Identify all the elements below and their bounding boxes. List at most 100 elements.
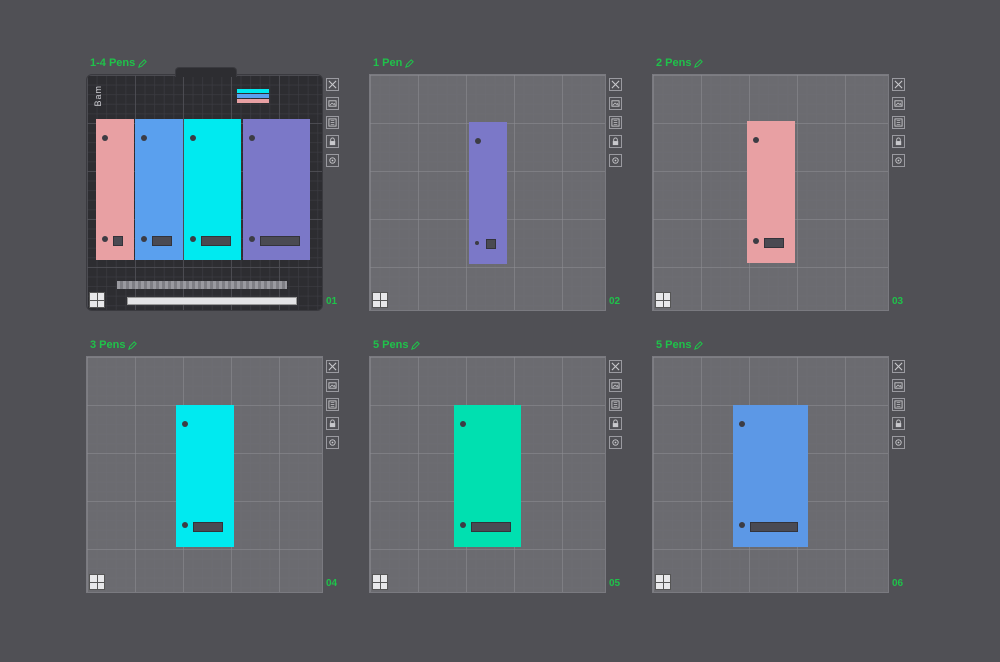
- image-button[interactable]: [892, 97, 905, 110]
- lock-button[interactable]: [892, 417, 905, 430]
- settings-button[interactable]: [609, 436, 622, 449]
- plate-label-text: 5 Pens: [656, 339, 692, 351]
- lock-button[interactable]: [892, 135, 905, 148]
- plate-toolbar: [326, 360, 340, 449]
- edit-icon[interactable]: [128, 340, 138, 350]
- lock-button[interactable]: [326, 135, 339, 148]
- edit-icon[interactable]: [411, 340, 421, 350]
- grid-icon[interactable]: [655, 574, 671, 590]
- close-button[interactable]: [609, 78, 622, 91]
- arrange-button[interactable]: [326, 398, 339, 411]
- part-teal[interactable]: [454, 405, 521, 547]
- edit-icon[interactable]: [405, 58, 415, 68]
- grid-icon[interactable]: [89, 574, 105, 590]
- edit-icon[interactable]: [138, 58, 148, 68]
- image-icon: [894, 382, 903, 389]
- plate-label[interactable]: 1 Pen: [373, 56, 415, 70]
- settings-button[interactable]: [326, 436, 339, 449]
- plate-strip: [127, 297, 297, 305]
- build-plate[interactable]: [86, 356, 323, 593]
- grid-icon[interactable]: [372, 292, 388, 308]
- image-icon: [894, 100, 903, 107]
- part-blue[interactable]: [733, 405, 808, 547]
- plate-card-03: 2 Pens 03: [652, 56, 905, 318]
- arrange-button[interactable]: [609, 398, 622, 411]
- part-cyan[interactable]: [184, 119, 241, 260]
- plate-label[interactable]: 1-4 Pens: [90, 56, 148, 70]
- grid-icon[interactable]: [372, 574, 388, 590]
- image-icon: [328, 100, 337, 107]
- settings-icon: [612, 157, 619, 164]
- settings-button[interactable]: [892, 436, 905, 449]
- plate-card-05: 5 Pens 05: [369, 338, 622, 600]
- build-plate[interactable]: [652, 74, 889, 311]
- plate-label-text: 1-4 Pens: [90, 57, 136, 69]
- image-button[interactable]: [609, 97, 622, 110]
- close-button[interactable]: [326, 78, 339, 91]
- settings-icon: [895, 157, 902, 164]
- plate-label[interactable]: 5 Pens: [373, 338, 421, 352]
- edit-icon[interactable]: [694, 58, 704, 68]
- close-icon: [611, 80, 620, 89]
- lock-button[interactable]: [609, 135, 622, 148]
- lock-icon: [612, 137, 619, 146]
- arrange-icon: [328, 400, 337, 409]
- image-icon: [611, 100, 620, 107]
- settings-button[interactable]: [326, 154, 339, 167]
- grid-icon[interactable]: [655, 292, 671, 308]
- build-plate[interactable]: [369, 74, 606, 311]
- part-cyan[interactable]: [176, 405, 234, 547]
- close-button[interactable]: [609, 360, 622, 373]
- arrange-button[interactable]: [326, 116, 339, 129]
- arrange-button[interactable]: [609, 116, 622, 129]
- plate-toolbar: [609, 78, 623, 167]
- part-blue[interactable]: [135, 119, 183, 260]
- plate-label-text: 2 Pens: [656, 57, 692, 69]
- lock-icon: [329, 137, 336, 146]
- image-button[interactable]: [326, 379, 339, 392]
- close-icon: [894, 80, 903, 89]
- plate-bed-text: Bam: [93, 85, 103, 107]
- color-swatches: [237, 89, 269, 104]
- lock-button[interactable]: [609, 417, 622, 430]
- part-purple[interactable]: [243, 119, 310, 260]
- part-pink[interactable]: [96, 119, 134, 260]
- image-button[interactable]: [892, 379, 905, 392]
- part-pink[interactable]: [747, 121, 795, 263]
- lock-icon: [895, 137, 902, 146]
- image-button[interactable]: [326, 97, 339, 110]
- settings-button[interactable]: [609, 154, 622, 167]
- settings-button[interactable]: [892, 154, 905, 167]
- plate-label[interactable]: 2 Pens: [656, 56, 704, 70]
- close-icon: [328, 80, 337, 89]
- image-button[interactable]: [609, 379, 622, 392]
- lock-button[interactable]: [326, 417, 339, 430]
- plate-toolbar: [326, 78, 340, 167]
- plate-number: 01: [326, 296, 338, 307]
- plate-card-01: 1-4 Pens Bam 01: [86, 56, 339, 318]
- build-plate[interactable]: Bam: [86, 67, 323, 311]
- plate-label[interactable]: 3 Pens: [90, 338, 138, 352]
- grid-icon[interactable]: [89, 292, 105, 308]
- build-plate[interactable]: [652, 356, 889, 593]
- lock-icon: [895, 419, 902, 428]
- arrange-icon: [611, 118, 620, 127]
- close-icon: [328, 362, 337, 371]
- plate-toolbar: [892, 78, 906, 167]
- close-button[interactable]: [892, 78, 905, 91]
- arrange-icon: [894, 118, 903, 127]
- lock-icon: [612, 419, 619, 428]
- arrange-button[interactable]: [892, 116, 905, 129]
- edit-icon[interactable]: [694, 340, 704, 350]
- settings-icon: [329, 439, 336, 446]
- arrange-button[interactable]: [892, 398, 905, 411]
- close-button[interactable]: [892, 360, 905, 373]
- part-purple[interactable]: [469, 122, 507, 264]
- plate-label-text: 5 Pens: [373, 339, 409, 351]
- plate-card-06: 5 Pens 06: [652, 338, 905, 600]
- close-button[interactable]: [326, 360, 339, 373]
- build-plate[interactable]: [369, 356, 606, 593]
- plate-number: 06: [892, 578, 904, 589]
- plate-label[interactable]: 5 Pens: [656, 338, 704, 352]
- arrange-icon: [611, 400, 620, 409]
